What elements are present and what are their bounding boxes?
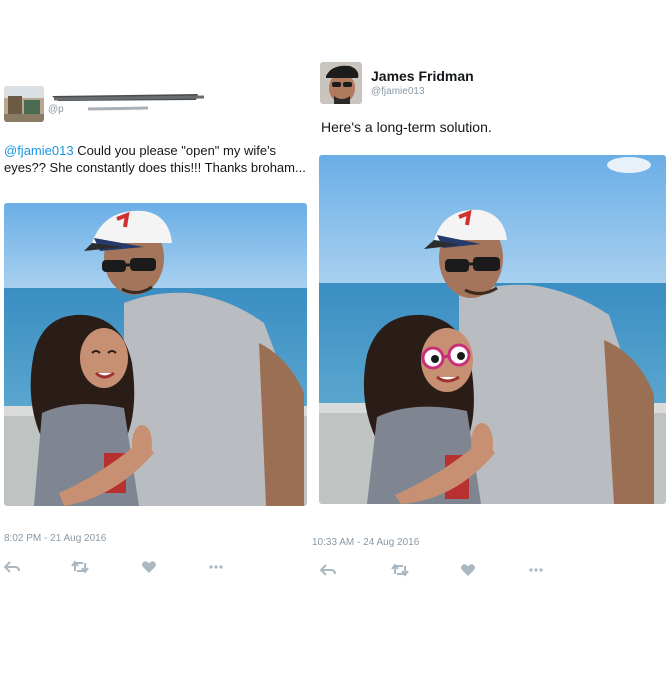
reply-icon[interactable] (320, 563, 338, 579)
avatar[interactable] (320, 62, 362, 104)
tweet-photo[interactable] (319, 155, 666, 504)
tweet-actions (320, 563, 560, 579)
more-icon[interactable] (208, 560, 226, 576)
author-name[interactable]: James Fridman (371, 68, 474, 84)
avatar-image (320, 62, 362, 104)
like-icon[interactable] (141, 560, 159, 576)
avatar-image (4, 86, 44, 122)
author-handle[interactable]: @fjamie013 (371, 86, 425, 97)
beach-couple-photo-edited (319, 155, 666, 504)
tweet-timestamp[interactable]: 8:02 PM - 21 Aug 2016 (4, 533, 106, 544)
avatar[interactable] (4, 86, 44, 122)
reply-tweet: James Fridman @fjamie013 Here's a long-t… (312, 0, 666, 675)
tweet-timestamp[interactable]: 10:33 AM - 24 Aug 2016 (312, 537, 419, 548)
beach-couple-photo-original (4, 203, 307, 506)
mention-link[interactable]: @fjamie013 (4, 143, 74, 158)
tweet-photo[interactable] (4, 203, 307, 506)
like-icon[interactable] (460, 563, 478, 579)
original-tweet: @p @fjamie013 Could you please "open" my… (0, 0, 310, 675)
redacted-author-scribble: @p (48, 94, 205, 115)
reply-icon[interactable] (4, 560, 22, 576)
tweet-actions (4, 560, 244, 576)
retweet-icon[interactable] (71, 560, 89, 576)
tweet-text: Here's a long-term solution. (321, 119, 492, 135)
more-icon[interactable] (528, 563, 546, 579)
svg-text:@p: @p (48, 104, 64, 115)
retweet-icon[interactable] (391, 563, 409, 579)
tweet-text: @fjamie013 Could you please "open" my wi… (4, 142, 310, 176)
